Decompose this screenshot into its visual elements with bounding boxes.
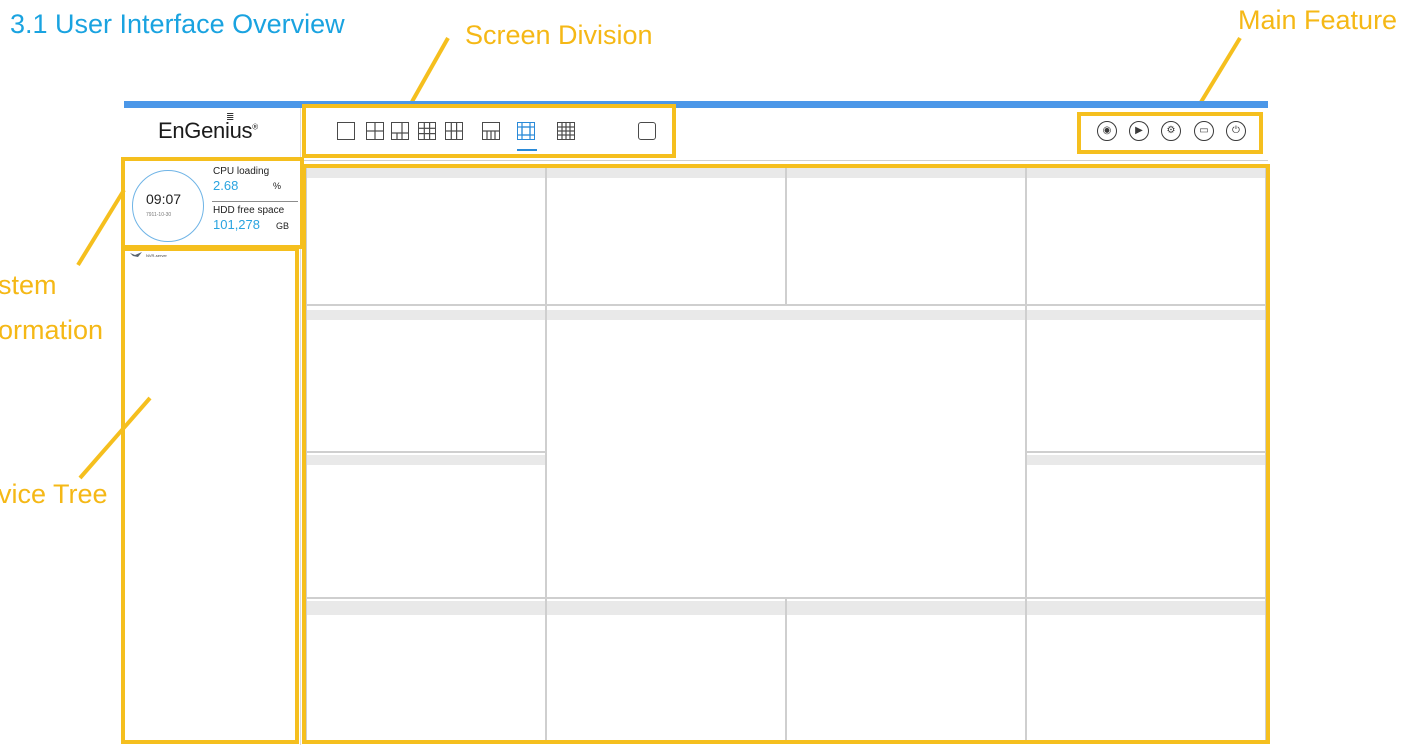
- main-feature-highlight: [1077, 112, 1263, 154]
- system-information-highlight: [121, 157, 304, 249]
- screen-division-leader: [407, 37, 450, 108]
- screen-division-highlight: [302, 104, 676, 158]
- engenius-logo: EnGenius®: [158, 118, 258, 143]
- system-information-leader: [76, 188, 126, 267]
- video-area-highlight: [302, 164, 1270, 744]
- app-title-bar: [124, 101, 1268, 108]
- device-tree-highlight: [121, 247, 299, 744]
- main-feature-leader: [1196, 36, 1242, 109]
- wifi-icon: ≣: [226, 112, 235, 123]
